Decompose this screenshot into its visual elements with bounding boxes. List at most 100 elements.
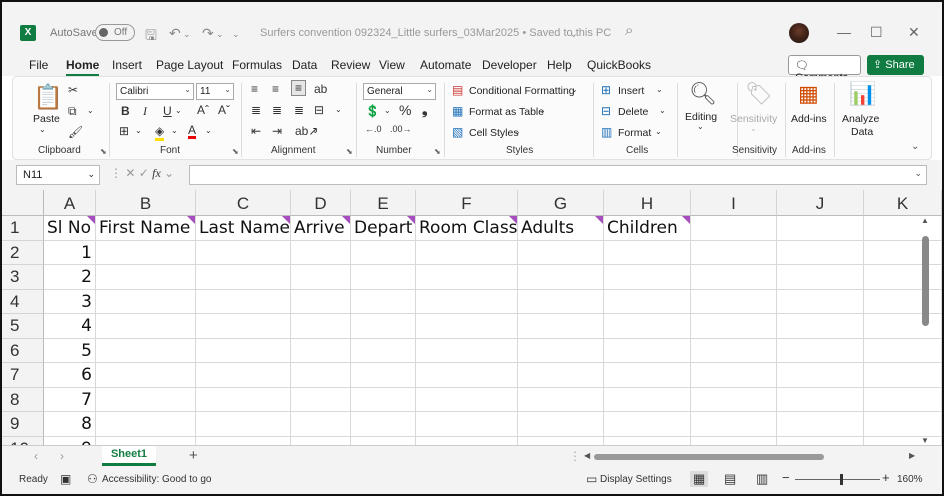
cell-g10[interactable] xyxy=(518,436,604,445)
accessibility-status[interactable]: Accessibility: Good to go xyxy=(102,474,212,485)
cell-a10[interactable]: 9 xyxy=(44,436,96,445)
cell-g5[interactable] xyxy=(518,314,604,339)
cell-d7[interactable] xyxy=(291,363,351,388)
ribbon-collapse-icon[interactable]: ⌄ xyxy=(911,141,919,152)
accounting-dropdown-icon[interactable]: ⌄ xyxy=(384,106,391,115)
comment-indicator[interactable] xyxy=(342,216,350,224)
cell-f5[interactable] xyxy=(416,314,518,339)
insert-dropdown-icon[interactable]: ⌄ xyxy=(656,85,663,94)
row-header-1[interactable]: 1 xyxy=(2,216,44,241)
font-name-combo[interactable]: Calibri ⌄ xyxy=(116,83,194,100)
cell-e3[interactable] xyxy=(351,265,416,290)
scroll-up-icon[interactable]: ▲ xyxy=(921,216,929,225)
cell-b10[interactable] xyxy=(96,436,196,445)
redo-icon[interactable]: ↷ xyxy=(202,25,214,42)
increase-decimal-icon[interactable]: ←.0 xyxy=(365,124,382,134)
cell-b7[interactable] xyxy=(96,363,196,388)
percent-icon[interactable]: % xyxy=(399,102,411,118)
cell-c10[interactable] xyxy=(196,436,291,445)
tab-file[interactable]: File xyxy=(29,58,48,72)
cell-e4[interactable] xyxy=(351,289,416,314)
cell-f8[interactable] xyxy=(416,387,518,412)
insert-function-icon[interactable]: fx xyxy=(152,166,161,180)
cell-a1[interactable]: Sl No xyxy=(44,216,96,241)
editing-dropdown-icon[interactable]: ⌄ xyxy=(697,122,704,131)
insert-cells-icon[interactable]: ⊞ xyxy=(601,83,611,97)
cell-c4[interactable] xyxy=(196,289,291,314)
fill-color-icon[interactable]: ◈ xyxy=(155,124,165,141)
cell-d5[interactable] xyxy=(291,314,351,339)
comment-indicator[interactable] xyxy=(595,216,603,224)
cell-a6[interactable]: 5 xyxy=(44,338,96,363)
page-layout-view-icon[interactable]: ▤ xyxy=(724,471,736,487)
delete-dropdown-icon[interactable]: ⌄ xyxy=(659,106,666,115)
clipboard-launcher-icon[interactable]: ⬊ xyxy=(100,147,107,156)
cell-f1[interactable]: Room Class xyxy=(416,216,518,241)
display-settings-button[interactable]: Display Settings xyxy=(600,474,672,485)
cell-f4[interactable] xyxy=(416,289,518,314)
format-cells-button[interactable]: Format xyxy=(618,127,651,139)
title-chevron-icon[interactable]: ⌄ xyxy=(569,27,578,40)
cell-a8[interactable]: 7 xyxy=(44,387,96,412)
cell-h5[interactable] xyxy=(604,314,691,339)
cell-a3[interactable]: 2 xyxy=(44,265,96,290)
column-header-a[interactable]: A xyxy=(44,190,96,216)
expand-formula-icon[interactable]: ⌄ xyxy=(914,168,922,179)
comment-indicator[interactable] xyxy=(509,216,517,224)
row-header-5[interactable]: 5 xyxy=(2,314,44,339)
font-color-dropdown-icon[interactable]: ⌄ xyxy=(205,126,212,135)
cell-h2[interactable] xyxy=(604,240,691,265)
cell-d3[interactable] xyxy=(291,265,351,290)
align-bottom-icon[interactable]: ≡ xyxy=(291,80,307,96)
cell-e1[interactable]: Depart xyxy=(351,216,416,241)
cell-d4[interactable] xyxy=(291,289,351,314)
scroll-left-icon[interactable]: ◀ xyxy=(584,451,590,460)
column-header-j[interactable]: J xyxy=(777,190,864,216)
conditional-formatting-icon[interactable]: ▤ xyxy=(452,83,463,97)
cell-c5[interactable] xyxy=(196,314,291,339)
minimize-icon[interactable]: — xyxy=(837,24,851,40)
column-header-g[interactable]: G xyxy=(518,190,604,216)
analyze-data-line1[interactable]: Analyze xyxy=(842,113,879,125)
undo-dropdown-icon[interactable]: ⌄ xyxy=(183,29,191,40)
format-painter-icon[interactable]: 🖌 xyxy=(68,125,83,139)
underline-icon[interactable]: U xyxy=(163,104,172,118)
fill-color-dropdown-icon[interactable]: ⌄ xyxy=(171,126,178,135)
cell-i10[interactable] xyxy=(691,436,777,445)
cell-j8[interactable] xyxy=(777,387,864,412)
number-format-combo[interactable]: General ⌄ xyxy=(363,83,436,100)
cell-e6[interactable] xyxy=(351,338,416,363)
font-size-combo[interactable]: 11 ⌄ xyxy=(196,83,234,100)
insert-cells-button[interactable]: Insert xyxy=(618,85,644,97)
row-header-3[interactable]: 3 xyxy=(2,265,44,290)
copy-dropdown-icon[interactable]: ⌄ xyxy=(87,106,94,115)
cell-g1[interactable]: Adults xyxy=(518,216,604,241)
cell-i3[interactable] xyxy=(691,265,777,290)
format-dropdown-icon[interactable]: ⌄ xyxy=(655,127,662,136)
tab-automate[interactable]: Automate xyxy=(420,58,471,72)
cell-d10[interactable] xyxy=(291,436,351,445)
paste-label[interactable]: Paste xyxy=(33,113,60,125)
cell-e2[interactable] xyxy=(351,240,416,265)
sheet-tab-sheet1[interactable]: Sheet1 xyxy=(102,446,156,466)
cell-i8[interactable] xyxy=(691,387,777,412)
column-header-c[interactable]: C xyxy=(196,190,291,216)
comment-indicator[interactable] xyxy=(187,216,195,224)
cell-b5[interactable] xyxy=(96,314,196,339)
zoom-slider[interactable] xyxy=(795,479,880,480)
cell-a2[interactable]: 1 xyxy=(44,240,96,265)
row-header-8[interactable]: 8 xyxy=(2,387,44,412)
tab-insert[interactable]: Insert xyxy=(112,58,142,72)
cell-h6[interactable] xyxy=(604,338,691,363)
cell-j4[interactable] xyxy=(777,289,864,314)
cell-g7[interactable] xyxy=(518,363,604,388)
cell-b3[interactable] xyxy=(96,265,196,290)
borders-icon[interactable]: ⊞ xyxy=(119,124,129,138)
cell-a5[interactable]: 4 xyxy=(44,314,96,339)
tab-developer[interactable]: Developer xyxy=(482,58,537,72)
cell-j5[interactable] xyxy=(777,314,864,339)
cell-f9[interactable] xyxy=(416,412,518,437)
cell-i6[interactable] xyxy=(691,338,777,363)
row-header-10[interactable]: 10 xyxy=(2,436,44,445)
cell-d9[interactable] xyxy=(291,412,351,437)
